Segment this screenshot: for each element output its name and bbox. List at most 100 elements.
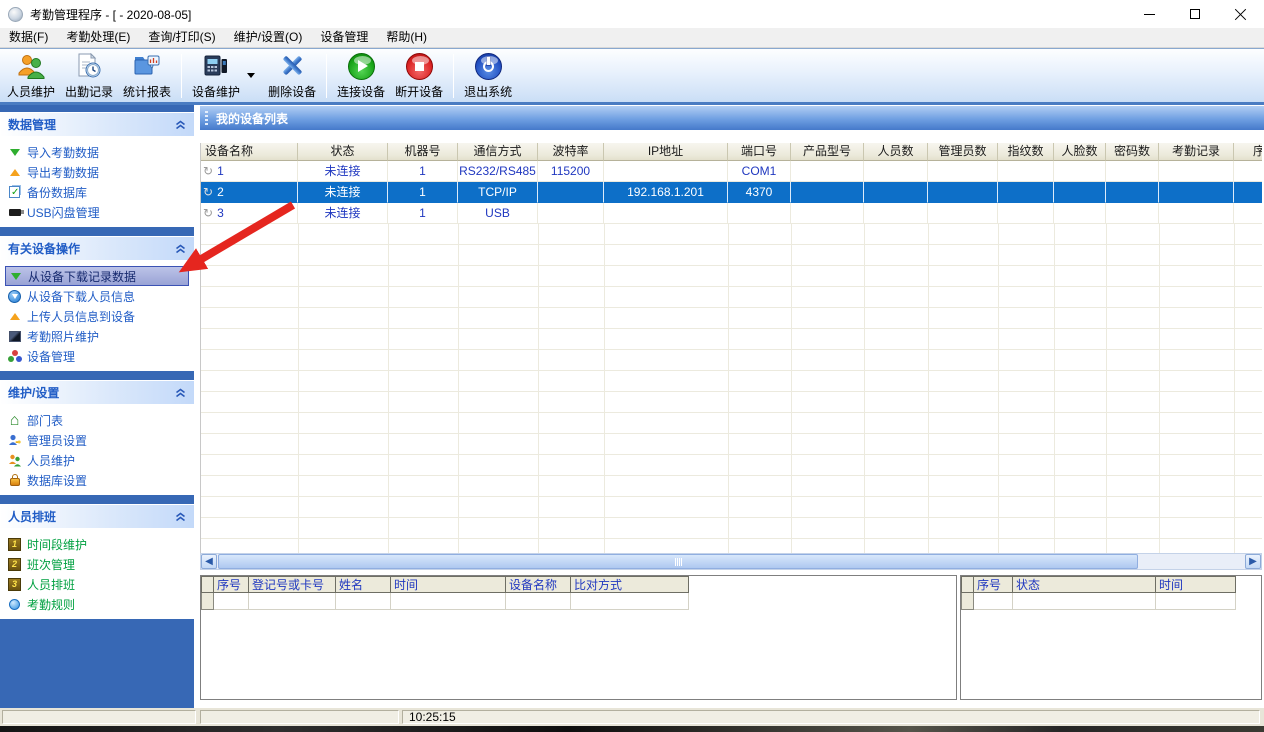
row-selector[interactable] — [201, 593, 214, 610]
device-sync-icon — [203, 185, 213, 199]
sidebar-item-upload-personnel-to-device[interactable]: 上传人员信息到设备 — [2, 306, 192, 326]
sidebar-item-time-period-maintenance[interactable]: 1时间段维护 — [2, 534, 192, 554]
menu-attendance-processing[interactable]: 考勤处理(E) — [57, 28, 139, 47]
sidebar-item-attendance-photo-maintenance[interactable]: 考勤照片维护 — [2, 326, 192, 346]
sidebar-item-database-settings[interactable]: 数据库设置 — [2, 470, 192, 490]
column-header-fingerprint-count[interactable]: 指纹数 — [998, 143, 1054, 161]
collapse-chevron-icon[interactable] — [175, 120, 186, 130]
sidebar-item-department-table[interactable]: 部门表 — [2, 410, 192, 430]
column-header-time[interactable]: 时间 — [1156, 576, 1236, 593]
section-title: 维护/设置 — [8, 384, 59, 401]
device-row-3[interactable]: 3 未连接 1 USB — [201, 203, 1262, 224]
row-selector-header — [961, 576, 974, 593]
device-maintenance-button[interactable]: 设备维护 — [187, 51, 245, 101]
column-header-serial[interactable]: 序列号 — [1234, 143, 1262, 161]
menu-data[interactable]: 数据(F) — [0, 28, 57, 47]
sidebar-item-download-records-from-device[interactable]: 从设备下载记录数据 — [5, 266, 189, 286]
sidebar-item-shift-management[interactable]: 2班次管理 — [2, 554, 192, 574]
fingerprint-count-cell — [998, 182, 1054, 203]
device-row-1[interactable]: 1 未连接 1 RS232/RS485 115200 COM1 — [201, 161, 1262, 182]
statistics-report-button[interactable]: 统计报表 — [118, 51, 176, 101]
toolbar-label: 连接设备 — [337, 83, 385, 100]
toolbar: 人员维护 出勤记录 统计报表 设备维护 删除设备 连接设备 断开设备 — [0, 48, 1264, 105]
section-header-personnel-scheduling[interactable]: 人员排班 — [0, 504, 194, 528]
close-button[interactable] — [1218, 0, 1264, 28]
menubar: 数据(F) 考勤处理(E) 查询/打印(S) 维护/设置(O) 设备管理 帮助(… — [0, 28, 1264, 48]
column-header-admin-count[interactable]: 管理员数 — [928, 143, 998, 161]
section-header-device-operations[interactable]: 有关设备操作 — [0, 236, 194, 260]
comm-mode-cell: TCP/IP — [458, 182, 538, 203]
row-selector[interactable] — [961, 593, 974, 610]
column-header-ip-address[interactable]: IP地址 — [604, 143, 728, 161]
column-header-time[interactable]: 时间 — [391, 576, 506, 593]
status-panel-left — [2, 710, 196, 724]
column-header-seq[interactable]: 序号 — [214, 576, 249, 593]
collapse-chevron-icon[interactable] — [175, 512, 186, 522]
minimize-button[interactable] — [1126, 0, 1172, 28]
menu-help[interactable]: 帮助(H) — [377, 28, 436, 47]
scrollbar-track[interactable] — [1138, 554, 1245, 569]
sidebar-item-download-personnel-from-device[interactable]: 从设备下载人员信息 — [2, 286, 192, 306]
column-header-device-name[interactable]: 设备名称 — [201, 143, 298, 161]
menu-device-management[interactable]: 设备管理 — [311, 28, 377, 47]
attendance-records-cell — [1159, 203, 1234, 224]
exit-system-button[interactable]: 退出系统 — [459, 51, 517, 101]
column-header-machine-no[interactable]: 机器号 — [388, 143, 458, 161]
sidebar-item-personnel-scheduling[interactable]: 3人员排班 — [2, 574, 192, 594]
scrollbar-thumb[interactable] — [218, 554, 1138, 569]
column-header-baud-rate[interactable]: 波特率 — [538, 143, 604, 161]
device-row-2-selected[interactable]: 2 未连接 1 TCP/IP 192.168.1.201 4370 — [201, 182, 1262, 203]
device-table-empty-rows — [201, 224, 1262, 553]
section-header-maintenance-settings[interactable]: 维护/设置 — [0, 380, 194, 404]
column-header-seq[interactable]: 序号 — [974, 576, 1013, 593]
column-header-name[interactable]: 姓名 — [336, 576, 391, 593]
sidebar-item-usb-flash-management[interactable]: USB闪盘管理 — [2, 202, 192, 222]
column-header-registration-or-card-no[interactable]: 登记号或卡号 — [249, 576, 336, 593]
sidebar-item-device-management[interactable]: 设备管理 — [2, 346, 192, 366]
column-header-personnel-count[interactable]: 人员数 — [864, 143, 928, 161]
sidebar-item-backup-database[interactable]: 备份数据库 — [2, 182, 192, 202]
column-header-status[interactable]: 状态 — [1013, 576, 1156, 593]
connect-device-button[interactable]: 连接设备 — [332, 51, 390, 101]
close-icon — [1235, 8, 1247, 20]
device-maintenance-dropdown-icon[interactable] — [247, 73, 255, 78]
column-header-port[interactable]: 端口号 — [728, 143, 791, 161]
toolbar-label: 退出系统 — [464, 83, 512, 100]
main-area: 我的设备列表 设备名称 状态 机器号 通信方式 波特率 IP地址 端口号 产品型… — [200, 105, 1264, 708]
column-header-attendance-records[interactable]: 考勤记录 — [1159, 143, 1234, 161]
menu-maintenance-settings[interactable]: 维护/设置(O) — [225, 28, 312, 47]
column-header-face-count[interactable]: 人脸数 — [1054, 143, 1106, 161]
port-cell — [728, 203, 791, 224]
ip-cell — [604, 161, 728, 182]
column-header-password-count[interactable]: 密码数 — [1106, 143, 1159, 161]
sidebar-section-personnel-scheduling: 人员排班 1时间段维护 2班次管理 3人员排班 考勤规则 — [0, 504, 194, 619]
section-header-data-management[interactable]: 数据管理 — [0, 112, 194, 136]
delete-device-button[interactable]: 删除设备 — [263, 51, 321, 101]
sidebar-item-attendance-rules[interactable]: 考勤规则 — [2, 594, 192, 614]
two-people-icon — [7, 454, 22, 467]
column-header-verify-mode[interactable]: 比对方式 — [571, 576, 689, 593]
sidebar-item-export-attendance-data[interactable]: 导出考勤数据 — [2, 162, 192, 182]
column-header-status[interactable]: 状态 — [298, 143, 388, 161]
collapse-chevron-icon[interactable] — [175, 244, 186, 254]
column-header-comm-mode[interactable]: 通信方式 — [458, 143, 538, 161]
port-cell: 4370 — [728, 182, 791, 203]
power-icon — [475, 53, 502, 80]
scroll-left-button[interactable]: ◀ — [201, 554, 217, 569]
maximize-button[interactable] — [1172, 0, 1218, 28]
statusbar: 10:25:15 — [0, 708, 1264, 726]
collapse-chevron-icon[interactable] — [175, 388, 186, 398]
sidebar-item-import-attendance-data[interactable]: 导入考勤数据 — [2, 142, 192, 162]
column-header-product-model[interactable]: 产品型号 — [791, 143, 864, 161]
horizontal-scrollbar[interactable]: ◀ ▶ — [200, 553, 1262, 570]
column-header-device-name[interactable]: 设备名称 — [506, 576, 571, 593]
scroll-right-button[interactable]: ▶ — [1245, 554, 1261, 569]
disconnect-device-button[interactable]: 断开设备 — [390, 51, 448, 101]
baud-rate-cell: 115200 — [538, 161, 604, 182]
sidebar-item-administrator-settings[interactable]: 管理员设置 — [2, 430, 192, 450]
attendance-records-button[interactable]: 出勤记录 — [60, 51, 118, 101]
personnel-maintenance-button[interactable]: 人员维护 — [2, 51, 60, 101]
sidebar-item-personnel-maintenance[interactable]: 人员维护 — [2, 450, 192, 470]
grip-handle-icon[interactable] — [205, 111, 208, 125]
menu-query-print[interactable]: 查询/打印(S) — [139, 28, 224, 47]
